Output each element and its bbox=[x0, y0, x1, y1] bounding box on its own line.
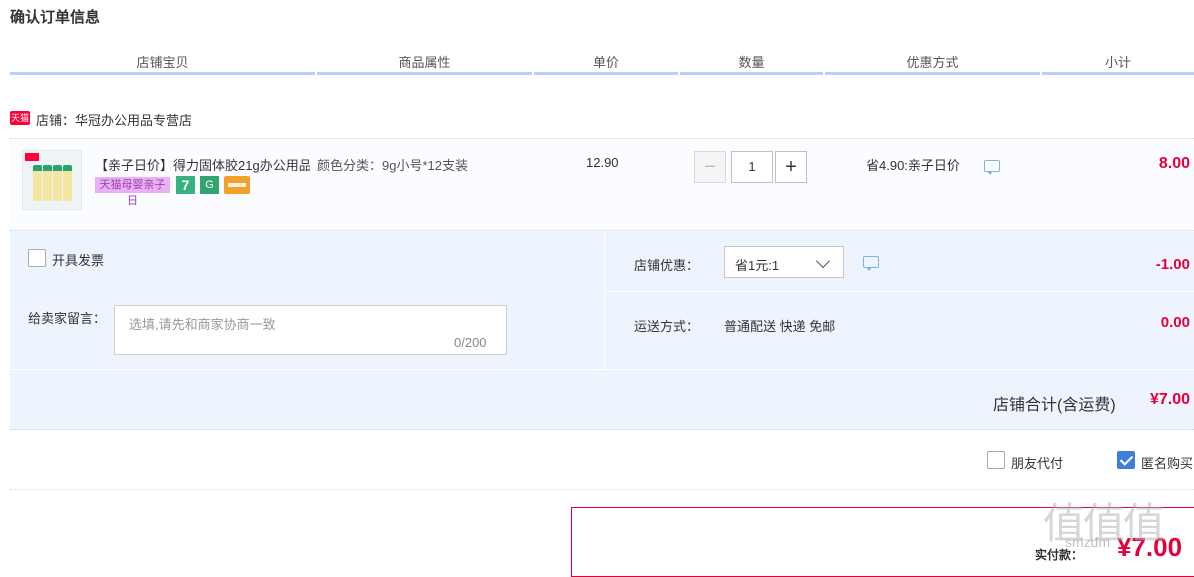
shop-discount-selected[interactable]: 省1元:1 bbox=[735, 255, 779, 274]
anonymous-label[interactable]: 匿名购买 bbox=[1141, 453, 1194, 472]
friend-pay-checkbox[interactable] bbox=[987, 451, 1005, 469]
product-title-link[interactable]: 【亲子日价】得力固体胶21g办公用品 bbox=[95, 155, 310, 174]
col-header-discount: 优惠方式 bbox=[906, 55, 959, 70]
message-placeholder: 选填,请先和商家协商一致 bbox=[129, 317, 276, 332]
product-attribute: 颜色分类：9g小号*12支装 bbox=[317, 158, 468, 173]
divider bbox=[10, 369, 1194, 370]
col-underline bbox=[825, 72, 1040, 75]
divider bbox=[604, 291, 1194, 292]
friend-pay-label[interactable]: 朋友代付 bbox=[1011, 453, 1063, 472]
message-char-count: 0/200 bbox=[454, 335, 487, 350]
shipping-label: 运送方式： bbox=[634, 319, 700, 334]
guarantee-icon[interactable]: G bbox=[200, 176, 219, 194]
col-header-attr: 商品属性 bbox=[398, 55, 451, 70]
shop-discount-amount: -1.00 bbox=[1155, 256, 1190, 273]
anonymous-checkbox[interactable] bbox=[1117, 451, 1135, 469]
credit-card-icon[interactable] bbox=[224, 176, 250, 194]
col-header-price: 单价 bbox=[592, 55, 619, 70]
product-thumbnail[interactable] bbox=[22, 150, 82, 210]
seven-day-return-icon[interactable]: 7 bbox=[176, 176, 195, 194]
invoice-label[interactable]: 开具发票 bbox=[52, 250, 104, 269]
shop-total-value: ¥7.00 bbox=[1149, 391, 1190, 408]
invoice-checkbox[interactable] bbox=[28, 249, 46, 267]
shop-discount-label: 店铺优惠： bbox=[634, 258, 700, 273]
col-header-subtotal: 小计 bbox=[1104, 55, 1131, 70]
col-underline bbox=[317, 72, 532, 75]
quantity-increase-button[interactable]: + bbox=[775, 151, 807, 183]
chat-icon[interactable] bbox=[984, 160, 1000, 175]
page-title: 确认订单信息 bbox=[10, 9, 101, 26]
shipping-method: 普通配送 快递 免邮 bbox=[724, 319, 836, 334]
quantity-input[interactable]: 1 bbox=[731, 151, 773, 183]
promo-badge: 天猫母婴亲子日 bbox=[95, 177, 170, 207]
item-discount: 省4.90:亲子日价 bbox=[866, 158, 960, 173]
chat-icon[interactable] bbox=[863, 256, 879, 271]
unit-price: 12.90 bbox=[586, 155, 619, 170]
shipping-amount: 0.00 bbox=[1160, 314, 1190, 331]
divider bbox=[604, 231, 605, 369]
quantity-decrease-button[interactable]: − bbox=[694, 151, 726, 183]
col-underline bbox=[10, 72, 315, 75]
col-underline bbox=[1042, 72, 1194, 75]
col-header-qty: 数量 bbox=[738, 55, 765, 70]
item-subtotal: 8.00 bbox=[1158, 155, 1190, 172]
tmall-icon: 天猫 bbox=[10, 111, 30, 125]
watermark-text: smzdm bbox=[1065, 534, 1111, 550]
col-underline bbox=[534, 72, 678, 75]
col-underline bbox=[680, 72, 823, 75]
col-header-item: 店铺宝贝 bbox=[136, 55, 189, 70]
shop-total-label: 店铺合计(含运费) bbox=[993, 397, 1116, 414]
shop-name[interactable]: 店铺：华冠办公用品专营店 bbox=[36, 110, 192, 129]
divider bbox=[10, 489, 1194, 490]
message-label: 给卖家留言： bbox=[28, 311, 107, 326]
